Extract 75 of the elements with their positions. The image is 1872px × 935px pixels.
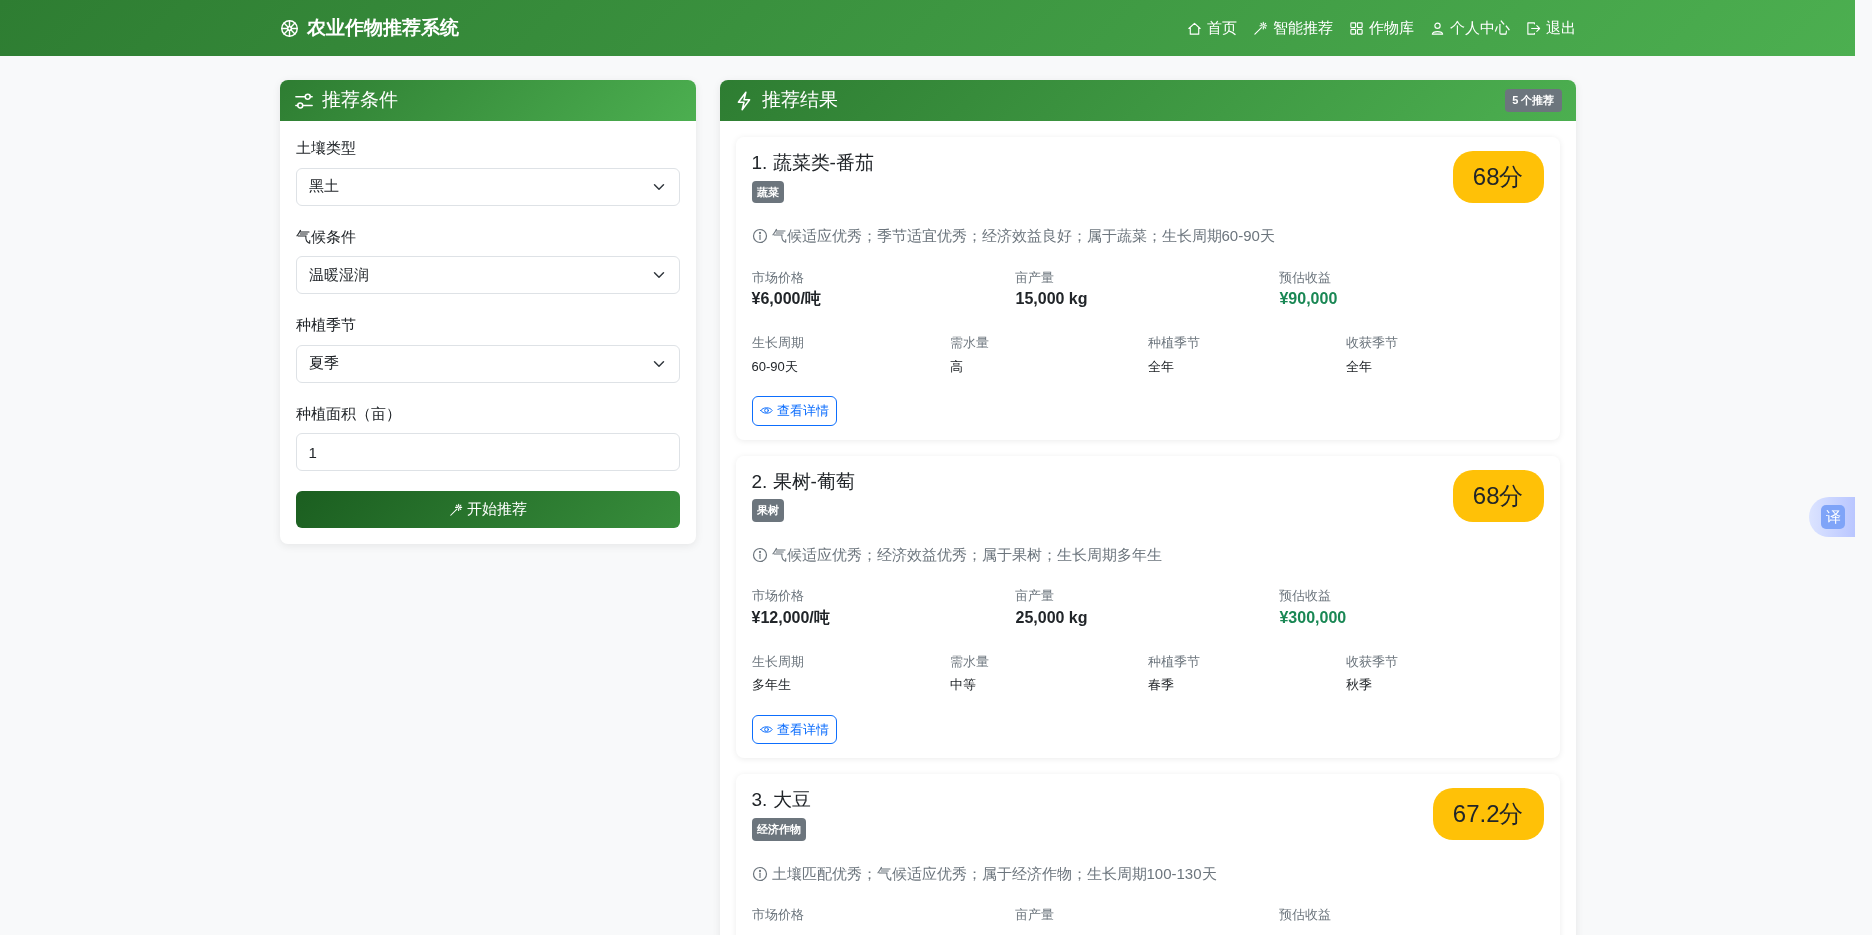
- stat-label: 预估收益: [1279, 268, 1333, 287]
- detail-value: 春季: [1147, 676, 1175, 695]
- score-badge: 67.2分: [1432, 788, 1544, 841]
- stat-label: 市场价格: [751, 906, 805, 925]
- translate-button[interactable]: 译: [1821, 505, 1845, 529]
- category-tag: 果树: [751, 499, 784, 522]
- crop-title: 2. 果树-葡萄: [751, 469, 855, 494]
- view-details-button[interactable]: 查看详情: [751, 396, 837, 426]
- detail-value: 多年生: [751, 676, 792, 695]
- stat-label: 亩产量: [1015, 268, 1056, 287]
- card-title: 推荐条件: [321, 88, 398, 113]
- stat-value: ¥90,000: [1279, 289, 1339, 310]
- stat-value: ¥300,000: [1279, 607, 1348, 628]
- input-field[interactable]: 1: [295, 433, 680, 471]
- nav-link[interactable]: 智能推荐: [1252, 16, 1333, 40]
- stat-value: 15,000 kg: [1015, 289, 1089, 310]
- wheel-icon: [279, 18, 299, 38]
- crop-title: 1. 蔬菜类-番茄: [751, 151, 874, 175]
- nav-link[interactable]: 首页: [1186, 16, 1237, 40]
- stat-label: 市场价格: [751, 587, 805, 606]
- category-tag: 经济作物: [751, 818, 806, 841]
- sliders-icon: [293, 90, 314, 111]
- detail-label: 需水量: [949, 652, 990, 671]
- stat-label: 亩产量: [1015, 906, 1056, 925]
- score-badge: 68分: [1452, 469, 1544, 522]
- magic-wand-icon: [1252, 20, 1268, 36]
- logout-icon: [1525, 20, 1541, 36]
- detail-value: 中等: [949, 676, 977, 695]
- info-icon: [751, 865, 768, 882]
- stat-value: 25,000 kg: [1015, 607, 1089, 628]
- brand-title[interactable]: 农业作物推荐系统: [306, 13, 459, 43]
- detail-value: 全年: [1147, 357, 1175, 376]
- detail-label: 需水量: [949, 334, 990, 353]
- crop-title: 3. 大豆: [751, 788, 811, 813]
- stat-label: 市场价格: [751, 268, 805, 287]
- stat-value: ¥12,000/吨: [751, 607, 831, 628]
- stat-value: ¥6,000/吨: [751, 289, 822, 310]
- field-label: 气候条件: [295, 226, 357, 247]
- detail-label: 生长周期: [751, 334, 805, 353]
- detail-label: 种植季节: [1147, 652, 1201, 671]
- reason-text: 气候适应优秀；经济效益优秀；属于果树；生长周期多年生: [771, 544, 1162, 565]
- field-label: 土壤类型: [295, 138, 357, 158]
- dropdown[interactable]: 夏季: [295, 344, 680, 383]
- card-title: 推荐结果: [761, 88, 838, 113]
- nav-link[interactable]: 退出: [1525, 16, 1576, 40]
- user-icon: [1429, 20, 1445, 36]
- field-label: 种植面积（亩）: [295, 403, 402, 424]
- detail-value: 全年: [1345, 357, 1373, 376]
- stat-label: 预估收益: [1279, 587, 1333, 606]
- detail-label: 收获季节: [1345, 334, 1399, 353]
- count-badge: 5 个推荐: [1505, 89, 1562, 112]
- dropdown[interactable]: 温暖湿润: [295, 256, 680, 294]
- detail-value: 60-90天: [751, 357, 799, 376]
- detail-value: 秋季: [1345, 676, 1373, 695]
- score-badge: 68分: [1452, 151, 1544, 203]
- category-tag: 蔬菜: [751, 180, 784, 204]
- stat-label: 预估收益: [1279, 906, 1333, 925]
- detail-value: 高: [949, 357, 964, 376]
- field-label: 种植季节: [295, 315, 357, 335]
- dropdown[interactable]: 黑土: [295, 167, 680, 206]
- detail-label: 生长周期: [751, 652, 805, 671]
- detail-label: 种植季节: [1147, 334, 1201, 353]
- view-details-button[interactable]: 查看详情: [751, 714, 837, 745]
- submit-button[interactable]: 开始推荐: [295, 491, 680, 528]
- grid-icon: [1348, 20, 1364, 36]
- info-icon: [751, 547, 768, 564]
- detail-label: 收获季节: [1345, 652, 1399, 671]
- reason-text: 土壤匹配优秀；气候适应优秀；属于经济作物；生长周期100-130天: [771, 863, 1217, 884]
- reason-text: 气候适应优秀；季节适宜优秀；经济效益良好；属于蔬菜；生长周期60-90天: [771, 226, 1275, 247]
- nav-link[interactable]: 个人中心: [1429, 16, 1510, 40]
- home-icon: [1186, 20, 1202, 36]
- info-icon: [751, 228, 768, 245]
- stat-label: 亩产量: [1015, 587, 1056, 606]
- nav-link[interactable]: 作物库: [1348, 16, 1414, 40]
- magic-wand-icon: [448, 502, 463, 517]
